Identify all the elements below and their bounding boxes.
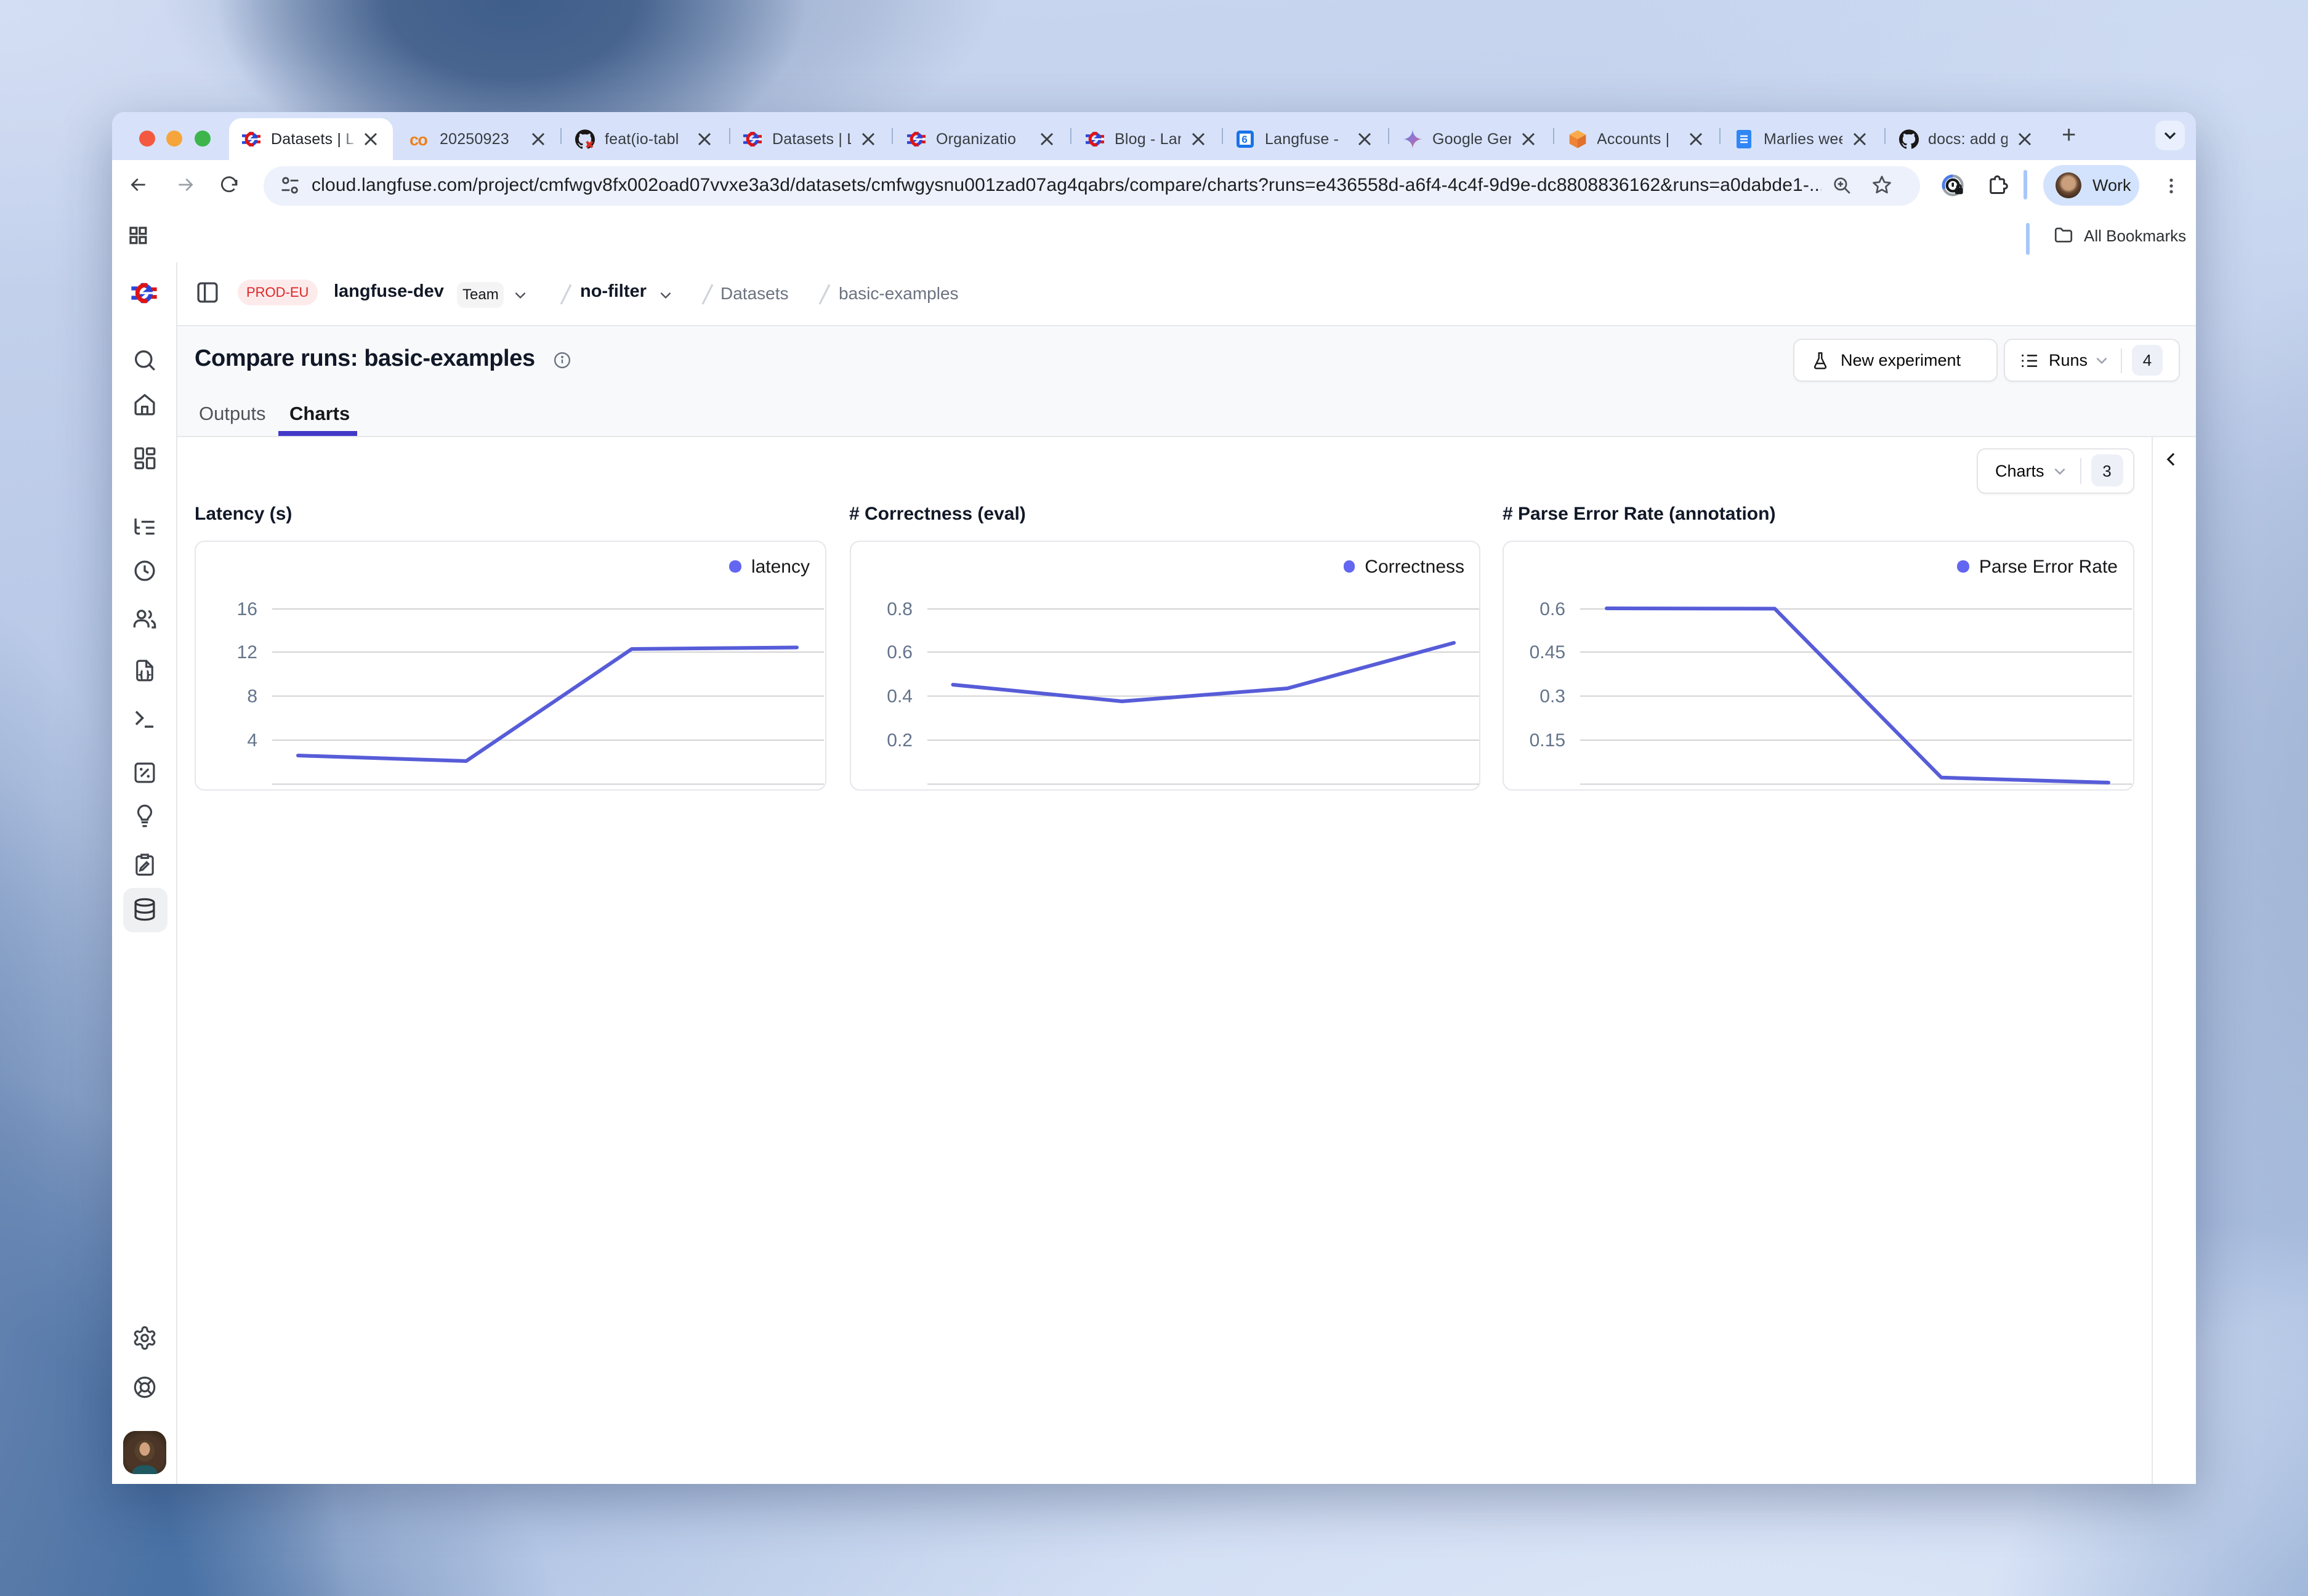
svg-text:0.15: 0.15	[1530, 730, 1565, 750]
svg-text:0.4: 0.4	[886, 686, 912, 706]
svg-text:0.6: 0.6	[1539, 598, 1565, 619]
svg-text:0.2: 0.2	[886, 730, 912, 750]
svg-text:12: 12	[237, 642, 257, 662]
svg-text:6: 6	[1241, 134, 1247, 145]
svg-text:16: 16	[237, 598, 257, 619]
svg-text:4: 4	[247, 730, 257, 750]
svg-text:0.45: 0.45	[1530, 642, 1565, 662]
svg-text:0.3: 0.3	[1539, 686, 1565, 706]
svg-text:8: 8	[247, 686, 257, 706]
svg-text:0.6: 0.6	[886, 642, 912, 662]
svg-text:co: co	[410, 131, 427, 149]
svg-text:0.8: 0.8	[886, 598, 912, 619]
